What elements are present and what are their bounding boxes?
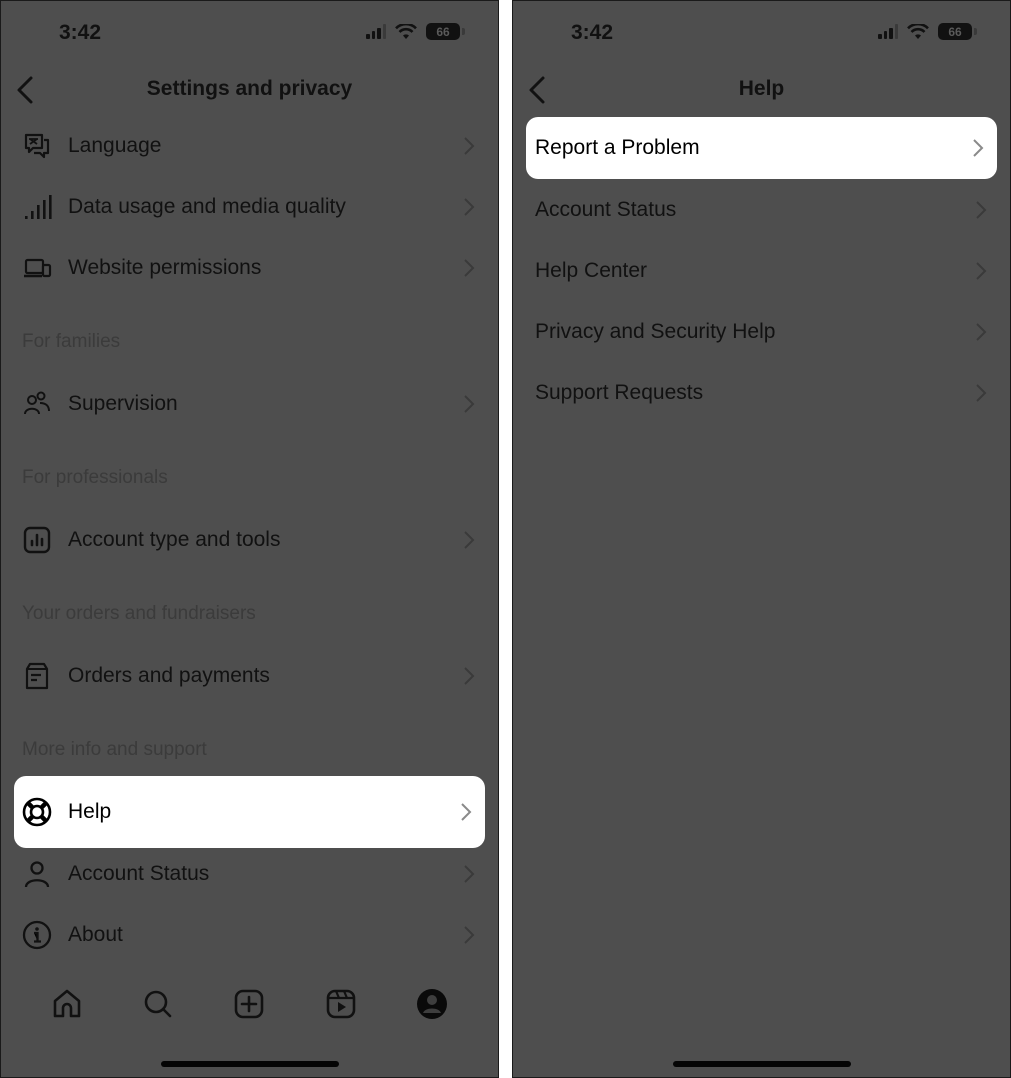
reels-icon bbox=[326, 989, 356, 1019]
wifi-icon bbox=[907, 23, 929, 39]
tab-search[interactable] bbox=[138, 984, 178, 1024]
help-row-account-status[interactable]: Account Status bbox=[513, 179, 1010, 240]
settings-row-language[interactable]: Language bbox=[1, 115, 498, 176]
settings-row-label: Help bbox=[68, 800, 112, 823]
settings-row-label: Account Status bbox=[68, 861, 210, 885]
section-header-professionals: For professionals bbox=[22, 467, 168, 488]
signal-bars-icon bbox=[21, 191, 53, 223]
chevron-right-icon bbox=[976, 261, 987, 280]
chevron-right-icon bbox=[464, 394, 475, 413]
plus-square-icon bbox=[235, 989, 264, 1019]
chevron-right-icon bbox=[464, 258, 475, 277]
home-indicator bbox=[160, 1061, 339, 1067]
page-title: Help bbox=[738, 77, 785, 100]
status-bar: 3:42 66 bbox=[513, 1, 1010, 65]
help-row-label: Privacy and Security Help bbox=[535, 319, 776, 343]
language-icon bbox=[21, 130, 53, 162]
settings-row-label: Account type and tools bbox=[68, 527, 281, 551]
tab-profile[interactable] bbox=[412, 984, 452, 1024]
chevron-right-icon bbox=[976, 383, 987, 402]
settings-row-website-permissions[interactable]: Website permissions bbox=[1, 237, 498, 298]
tab-reels[interactable] bbox=[321, 984, 361, 1024]
home-indicator bbox=[672, 1061, 851, 1067]
settings-row-about[interactable]: About bbox=[1, 904, 498, 965]
section-header-orders: Your orders and fundraisers bbox=[22, 603, 256, 624]
receipt-icon bbox=[21, 660, 53, 692]
settings-row-account-status[interactable]: Account Status bbox=[1, 843, 498, 904]
chevron-right-icon bbox=[464, 925, 475, 944]
chevron-right-icon bbox=[461, 803, 472, 821]
settings-row-label: Orders and payments bbox=[68, 663, 270, 687]
chevron-right-icon bbox=[464, 864, 475, 883]
profile-icon bbox=[417, 989, 448, 1019]
settings-row-data-usage[interactable]: Data usage and media quality bbox=[1, 176, 498, 237]
lifebuoy-icon bbox=[21, 796, 53, 828]
chevron-right-icon bbox=[976, 200, 987, 219]
help-row-label: Support Requests bbox=[535, 380, 704, 404]
search-icon bbox=[144, 990, 172, 1018]
section-header-families: For families bbox=[22, 331, 121, 352]
settings-row-supervision[interactable]: Supervision bbox=[1, 373, 498, 434]
settings-row-orders-payments[interactable]: Orders and payments bbox=[1, 645, 498, 706]
chevron-right-icon bbox=[973, 139, 984, 157]
settings-privacy-screen: 3:42 66 Settings and privacy Language Da… bbox=[0, 0, 499, 1078]
chevron-right-icon bbox=[464, 666, 475, 685]
chart-box-icon bbox=[21, 524, 53, 556]
settings-row-label: Supervision bbox=[68, 391, 178, 415]
people-icon bbox=[21, 388, 53, 420]
status-icons: 66 bbox=[366, 23, 465, 40]
help-row-help-center[interactable]: Help Center bbox=[513, 240, 1010, 301]
chevron-right-icon bbox=[464, 530, 475, 549]
help-row-label: Help Center bbox=[535, 258, 648, 282]
battery-icon: 66 bbox=[938, 23, 977, 40]
settings-row-label: Website permissions bbox=[68, 255, 262, 279]
cellular-signal-icon bbox=[366, 24, 386, 39]
tab-create[interactable] bbox=[229, 984, 269, 1024]
status-bar: 3:42 66 bbox=[1, 1, 498, 65]
settings-row-label: Language bbox=[68, 133, 162, 157]
settings-row-label: About bbox=[68, 922, 123, 946]
section-header-support: More info and support bbox=[22, 739, 207, 760]
settings-row-help[interactable]: Help bbox=[14, 776, 485, 848]
chevron-right-icon bbox=[464, 136, 475, 155]
status-icons: 66 bbox=[878, 23, 977, 40]
help-screen: 3:42 66 Help Report a Problem Account St… bbox=[512, 0, 1011, 1078]
settings-row-label: Data usage and media quality bbox=[68, 194, 346, 218]
chevron-right-icon bbox=[976, 322, 987, 341]
nav-header: Settings and privacy bbox=[1, 65, 498, 115]
status-time: 3:42 bbox=[59, 21, 102, 44]
help-row-support-requests[interactable]: Support Requests bbox=[513, 362, 1010, 423]
person-icon bbox=[21, 858, 53, 890]
help-row-label: Account Status bbox=[535, 197, 677, 221]
page-title: Settings and privacy bbox=[146, 77, 353, 100]
cellular-signal-icon bbox=[878, 24, 898, 39]
tab-bar bbox=[1, 969, 498, 1039]
nav-header: Help bbox=[513, 65, 1010, 115]
help-row-label: Report a Problem bbox=[535, 136, 700, 159]
help-row-report-problem[interactable]: Report a Problem bbox=[526, 117, 997, 179]
status-time: 3:42 bbox=[571, 21, 614, 44]
help-row-privacy-security[interactable]: Privacy and Security Help bbox=[513, 301, 1010, 362]
info-icon bbox=[21, 919, 53, 951]
battery-icon: 66 bbox=[426, 23, 465, 40]
home-icon bbox=[53, 989, 80, 1018]
tab-home[interactable] bbox=[47, 984, 87, 1024]
settings-row-account-type[interactable]: Account type and tools bbox=[1, 509, 498, 570]
chevron-right-icon bbox=[464, 197, 475, 216]
devices-icon bbox=[21, 252, 53, 284]
wifi-icon bbox=[395, 23, 417, 39]
